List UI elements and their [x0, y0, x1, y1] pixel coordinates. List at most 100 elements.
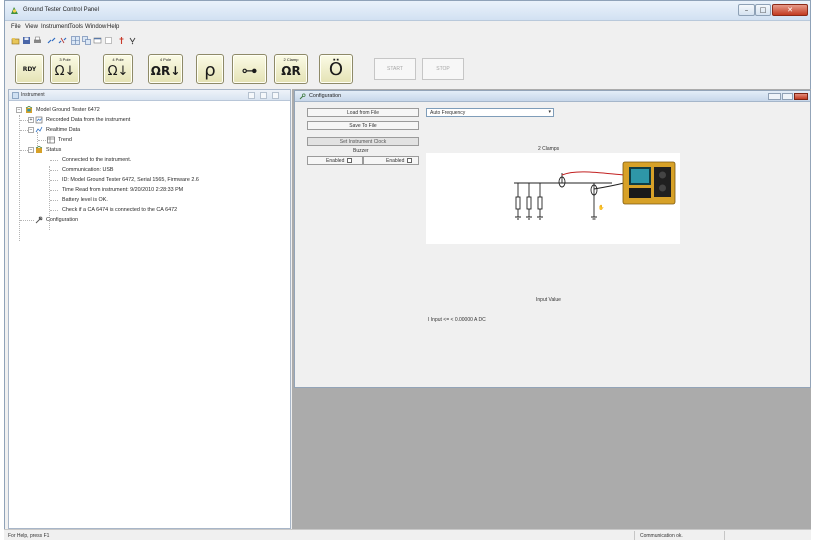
maximize-button[interactable]: □: [755, 4, 771, 16]
menu-help[interactable]: Help: [107, 24, 119, 30]
tree-item-status-detail: Check if a CA 6474 is connected to the C…: [13, 206, 289, 215]
tree-label-trend: Trend: [58, 137, 72, 143]
status-communication: Communication: USB: [62, 167, 114, 173]
instrument-tree: − Model Ground Tester 6472 + Recorded Da…: [13, 106, 289, 526]
tree-label-root: Model Ground Tester 6472: [36, 107, 100, 113]
mode-2-clamp-caption: 2 Clamp: [283, 57, 299, 62]
mode-4-pole-clamp-button[interactable]: 4 Pole ΩR↓: [148, 54, 183, 84]
expand-icon[interactable]: +: [28, 117, 34, 123]
status-time-read: Time Read from instrument: 9/20/2010 2:2…: [62, 187, 184, 193]
tree-item-realtime[interactable]: − Realtime Data: [13, 126, 289, 135]
status-battery: Battery level is OK.: [62, 197, 108, 203]
mode-resistivity-button[interactable]: ρ: [196, 54, 224, 84]
standard-toolbar: [9, 34, 229, 48]
print-icon[interactable]: [33, 36, 42, 45]
collapse-icon[interactable]: −: [16, 107, 22, 113]
connect-icon[interactable]: [47, 36, 56, 45]
enabled-right-checkbox[interactable]: Enabled: [363, 156, 419, 165]
mode-2-clamp-button[interactable]: 2 Clamp ΩR: [274, 54, 308, 84]
enabled-left-label: Enabled: [326, 157, 345, 164]
status-check-clamp: Check if a CA 6474 is connected to the C…: [62, 207, 178, 213]
frequency-select[interactable]: Auto Frequency ▾: [426, 108, 554, 117]
close-button[interactable]: ✕: [772, 4, 808, 16]
tree-item-status-detail: Connected to the instrument.: [13, 156, 289, 165]
probe-icon: ⊶: [241, 61, 258, 80]
collapse-icon[interactable]: −: [28, 147, 34, 153]
tree-item-trend[interactable]: Trend: [13, 136, 289, 145]
input-title: Input Value: [536, 297, 561, 303]
status-id: ID: Model Ground Tester 6472, Serial 156…: [62, 177, 199, 183]
menu-instrument[interactable]: Instrument: [41, 24, 69, 30]
configuration-title-bar: Configuration: [295, 91, 810, 102]
tree-item-status[interactable]: − Status: [13, 146, 289, 155]
menu-window[interactable]: Window: [85, 24, 106, 30]
tree-label-configuration: Configuration: [46, 217, 79, 223]
tree-item-recorded[interactable]: + Recorded Data from the instrument: [13, 116, 289, 125]
status-separator: [634, 531, 635, 540]
pane-dock-icon[interactable]: [260, 92, 267, 99]
config-close-button[interactable]: [794, 93, 808, 100]
help-icon[interactable]: [128, 36, 137, 45]
pane-pin-icon[interactable]: [248, 92, 255, 99]
ohm-clamp-icon: ΩR↓: [150, 64, 181, 78]
app-icon: [11, 7, 18, 14]
realtime-data-icon: [35, 126, 43, 133]
mode-ready-button[interactable]: RDY: [15, 54, 44, 84]
mode-3-pole-button[interactable]: 3 Pole Ω↓: [50, 54, 80, 84]
configuration-icon: [299, 93, 306, 100]
window-title: Ground Tester Control Panel: [23, 7, 99, 13]
window-icon[interactable]: [93, 36, 102, 45]
tree-item-status-detail: Battery level is OK.: [13, 196, 289, 205]
status-separator: [724, 531, 725, 540]
minimize-icon: –: [744, 6, 749, 14]
minimize-button[interactable]: –: [738, 4, 755, 16]
config-maximize-button[interactable]: [782, 93, 793, 100]
mode-4-pole-caption: 4 Pole: [112, 57, 124, 62]
mode-4-pole-button[interactable]: 4 Pole Ω↓: [103, 54, 133, 84]
mode-clamp-button[interactable]: Ö: [319, 54, 353, 84]
set-instrument-clock-button[interactable]: Set Instrument Clock: [307, 137, 419, 146]
rho-icon: ρ: [204, 60, 216, 81]
start-button[interactable]: START: [374, 58, 416, 80]
mode-continuity-button[interactable]: ⊶: [232, 54, 267, 84]
stop-button[interactable]: STOP: [422, 58, 464, 80]
menu-bar: File View Instrument Tools Window Help: [5, 22, 810, 33]
collapse-icon[interactable]: −: [28, 127, 34, 133]
maximize-icon: □: [759, 6, 767, 14]
svg-text:✋: ✋: [598, 204, 604, 211]
about-icon[interactable]: [117, 36, 126, 45]
frequency-value: Auto Frequency: [430, 110, 466, 116]
tile-icon[interactable]: [71, 36, 80, 45]
config-minimize-button[interactable]: [768, 93, 781, 100]
instrument-pane-label: Instrument: [21, 92, 45, 98]
save-icon[interactable]: [22, 36, 31, 45]
title-bar: Ground Tester Control Panel – □ ✕: [5, 1, 810, 21]
tree-label-recorded: Recorded Data from the instrument: [46, 117, 131, 123]
open-icon[interactable]: [11, 36, 20, 45]
pane-close-icon[interactable]: [272, 92, 279, 99]
diagram-title: 2 Clamps: [538, 146, 560, 152]
status-help-text: For Help, press F1: [8, 533, 50, 539]
ohm-ground-icon: Ω↓: [107, 64, 129, 79]
configuration-title: Configuration: [309, 93, 342, 99]
pane-controls: [248, 92, 280, 99]
menu-file[interactable]: File: [11, 24, 21, 30]
menu-tools[interactable]: Tools: [69, 24, 83, 30]
load-from-file-button[interactable]: Load from File: [307, 108, 419, 117]
cascade-icon[interactable]: [82, 36, 91, 45]
recorded-data-icon: [35, 116, 43, 124]
ready-glyph: RDY: [22, 66, 37, 73]
configuration-icon: [35, 216, 43, 224]
close-icon: ✕: [787, 6, 793, 14]
mode-3-pole-caption: 3 Pole: [59, 57, 71, 62]
status-communication: Communication ok.: [640, 533, 683, 539]
tree-item-configuration[interactable]: Configuration: [13, 216, 289, 225]
tree-item-root[interactable]: − Model Ground Tester 6472: [13, 106, 289, 115]
options-icon[interactable]: [104, 36, 113, 45]
menu-view[interactable]: View: [25, 24, 38, 30]
tree-item-status-detail: ID: Model Ground Tester 6472, Serial 156…: [13, 176, 289, 185]
enabled-left-checkbox[interactable]: Enabled: [307, 156, 363, 165]
tree-item-status-detail: Time Read from instrument: 9/20/2010 2:2…: [13, 186, 289, 195]
disconnect-icon[interactable]: [58, 36, 67, 45]
save-to-file-button[interactable]: Save To File: [307, 121, 419, 130]
